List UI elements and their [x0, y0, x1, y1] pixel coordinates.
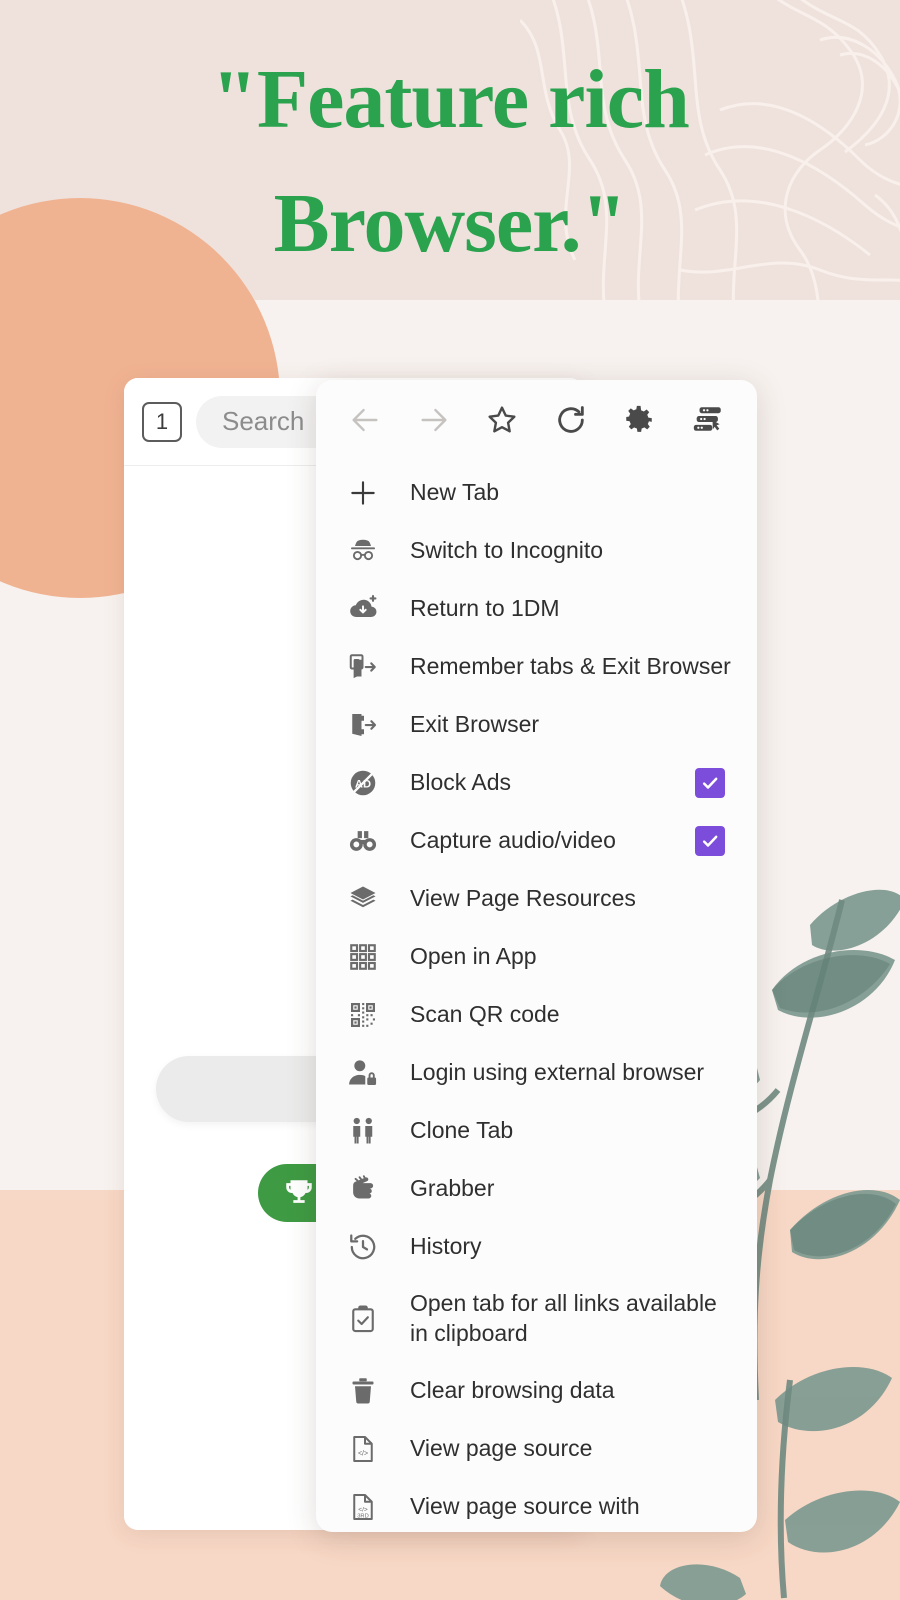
- svg-text:R: R: [354, 658, 362, 669]
- menu-item-view-page-source-with[interactable]: </> 3RD View page source with: [316, 1478, 757, 1532]
- menu-item-label: Grabber: [410, 1174, 737, 1204]
- history-clock-icon: [344, 1228, 382, 1266]
- search-placeholder-label: Search: [222, 406, 304, 437]
- cloud-download-plus-icon: [344, 590, 382, 628]
- menu-item-label: Capture audio/video: [410, 826, 695, 856]
- menu-item-label: Login using external browser: [410, 1058, 737, 1088]
- menu-item-label: Scan QR code: [410, 1000, 737, 1030]
- menu-item-login-external-browser[interactable]: Login using external browser: [316, 1044, 757, 1102]
- trash-icon: [344, 1372, 382, 1410]
- qr-code-icon: [344, 996, 382, 1034]
- menu-item-label: Switch to Incognito: [410, 536, 737, 566]
- menu-item-history[interactable]: History: [316, 1218, 757, 1276]
- back-arrow-icon[interactable]: [348, 403, 382, 437]
- menu-item-label: History: [410, 1232, 737, 1262]
- code-file-3rd-icon: </> 3RD: [344, 1488, 382, 1526]
- server-select-icon[interactable]: [691, 403, 725, 437]
- layers-icon: [344, 880, 382, 918]
- exit-icon: [344, 706, 382, 744]
- incognito-icon: [344, 532, 382, 570]
- plus-icon: [344, 474, 382, 512]
- grid-apps-icon: [344, 938, 382, 976]
- block-ads-checkbox[interactable]: [695, 768, 725, 798]
- menu-item-scan-qr-code[interactable]: Scan QR code: [316, 986, 757, 1044]
- svg-text:</>: </>: [358, 1506, 368, 1513]
- menu-item-grabber[interactable]: Grabber: [316, 1160, 757, 1218]
- no-ads-icon: AD: [344, 764, 382, 802]
- menu-item-switch-to-incognito[interactable]: Switch to Incognito: [316, 522, 757, 580]
- trophy-icon: [282, 1176, 316, 1210]
- headline-line-1: "Feature rich: [211, 53, 689, 146]
- menu-item-block-ads[interactable]: AD Block Ads: [316, 754, 757, 812]
- checkmark-icon: [700, 831, 720, 851]
- menu-item-remember-tabs-exit-browser[interactable]: R Remember tabs & Exit Browser: [316, 638, 757, 696]
- menu-item-label: Open in App: [410, 942, 737, 972]
- headline-line-2: Browser.": [0, 162, 900, 286]
- refresh-icon[interactable]: [554, 403, 588, 437]
- menu-items-list: New Tab Switch to Incognito: [316, 460, 757, 1532]
- star-icon[interactable]: [485, 403, 519, 437]
- menu-item-capture-audio-video[interactable]: Capture audio/video: [316, 812, 757, 870]
- forward-arrow-icon[interactable]: [417, 403, 451, 437]
- menu-item-view-page-source[interactable]: </> View page source: [316, 1420, 757, 1478]
- tab-count-button[interactable]: 1: [142, 402, 182, 442]
- capture-audio-video-checkbox[interactable]: [695, 826, 725, 856]
- menu-item-label: Open tab for all links available in clip…: [410, 1289, 737, 1349]
- menu-item-label: View page source with: [410, 1492, 737, 1522]
- menu-item-label: View page source: [410, 1434, 737, 1464]
- svg-text:</>: </>: [358, 1451, 368, 1458]
- menu-item-label: Remember tabs & Exit Browser: [410, 652, 737, 682]
- menu-item-label: Clone Tab: [410, 1116, 737, 1146]
- menu-item-label: View Page Resources: [410, 884, 737, 914]
- svg-text:3RD: 3RD: [357, 1513, 369, 1519]
- clipboard-check-icon: [344, 1300, 382, 1338]
- binoculars-icon: [344, 822, 382, 860]
- code-file-icon: </>: [344, 1430, 382, 1468]
- two-people-icon: [344, 1112, 382, 1150]
- menu-item-clone-tab[interactable]: Clone Tab: [316, 1102, 757, 1160]
- menu-item-label: Block Ads: [410, 768, 695, 798]
- menu-item-return-to-1dm[interactable]: Return to 1DM: [316, 580, 757, 638]
- menu-item-label: Clear browsing data: [410, 1376, 737, 1406]
- menu-item-open-in-app[interactable]: Open in App: [316, 928, 757, 986]
- user-lock-icon: [344, 1054, 382, 1092]
- menu-toolbar: [316, 380, 757, 460]
- remember-exit-icon: R: [344, 648, 382, 686]
- menu-item-new-tab[interactable]: New Tab: [316, 464, 757, 522]
- browser-options-menu: New Tab Switch to Incognito: [316, 380, 757, 1532]
- gear-icon[interactable]: [622, 403, 656, 437]
- fist-icon: [344, 1170, 382, 1208]
- menu-item-label: New Tab: [410, 478, 737, 508]
- menu-item-exit-browser[interactable]: Exit Browser: [316, 696, 757, 754]
- menu-item-clear-browsing-data[interactable]: Clear browsing data: [316, 1362, 757, 1420]
- checkmark-icon: [700, 773, 720, 793]
- tab-count-label: 1: [156, 409, 168, 435]
- menu-item-label: Exit Browser: [410, 710, 737, 740]
- page-title: "Feature rich Browser.": [0, 38, 900, 287]
- menu-item-view-page-resources[interactable]: View Page Resources: [316, 870, 757, 928]
- menu-item-open-tab-clipboard-links[interactable]: Open tab for all links available in clip…: [316, 1276, 757, 1362]
- menu-item-label: Return to 1DM: [410, 594, 737, 624]
